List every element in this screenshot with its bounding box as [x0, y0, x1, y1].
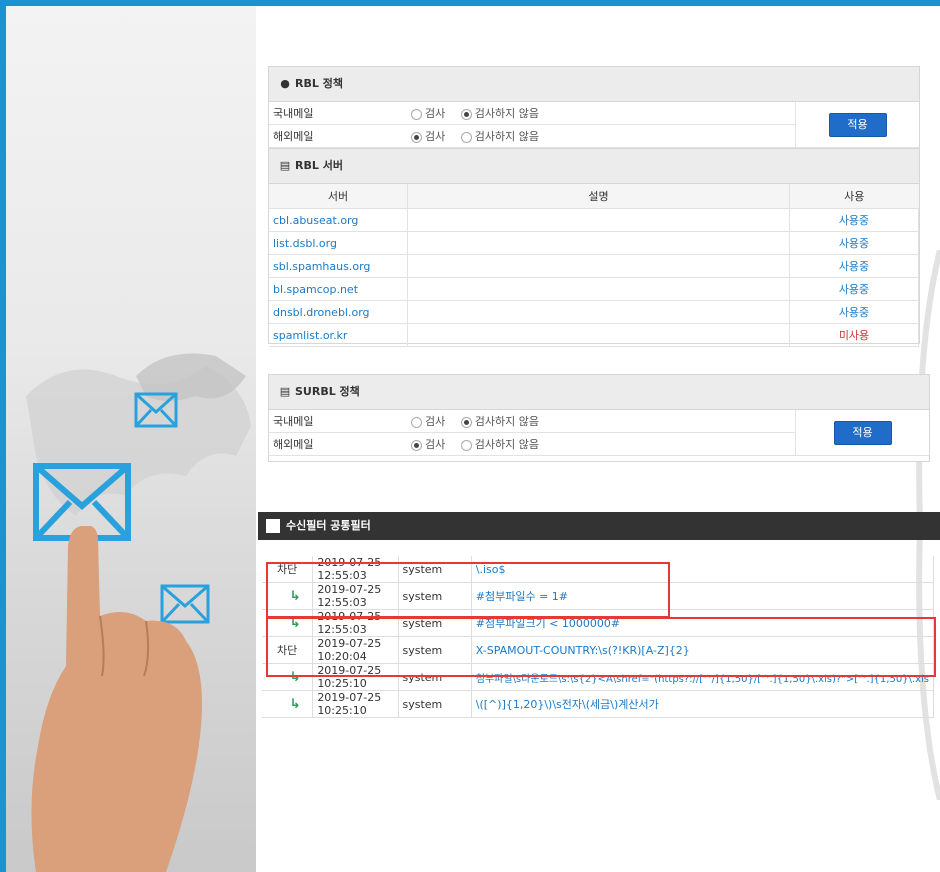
- rbl-panel: ● RBL 정책 국내메일 검사 검사하지 않음 적용 해외메일 검사 검사하지 …: [268, 66, 920, 347]
- radio-icon: [411, 131, 422, 143]
- document-edit-icon: [266, 519, 280, 533]
- filter-action: ↳: [262, 690, 314, 718]
- use-status[interactable]: 사용중: [789, 277, 919, 301]
- radio-icon: [411, 416, 422, 428]
- filter-header: 수신필터 공통필터: [258, 512, 940, 540]
- envelope-icon: [134, 392, 178, 428]
- server-desc: [407, 231, 790, 255]
- policy-label: 국내메일: [269, 410, 407, 433]
- table-row: dnsbl.dronebl.org 사용중: [269, 300, 919, 324]
- filter-title: 수신필터 공통필터: [286, 519, 371, 532]
- table-row: list.dsbl.org 사용중: [269, 231, 919, 255]
- table-row: bl.spamcop.net 사용중: [269, 277, 919, 301]
- server-link[interactable]: bl.spamcop.net: [269, 277, 408, 301]
- use-status[interactable]: 사용중: [789, 254, 919, 278]
- table-row: sbl.spamhaus.org 사용중: [269, 254, 919, 278]
- child-arrow-icon: ↳: [289, 696, 301, 712]
- server-link[interactable]: dnsbl.dronebl.org: [269, 300, 408, 324]
- left-border: [0, 0, 6, 872]
- server-link[interactable]: list.dsbl.org: [269, 231, 408, 255]
- rbl-server-title: RBL 서버: [295, 159, 343, 172]
- radio-no-inspect[interactable]: 검사하지 않음: [460, 415, 539, 428]
- highlight-box: [266, 617, 936, 677]
- radio-inspect[interactable]: 검사: [411, 415, 445, 428]
- decorative-side-image: [6, 6, 256, 872]
- table-row: spamlist.or.kr 미사용: [269, 323, 919, 347]
- pointing-hand-graphic: [31, 526, 202, 872]
- filter-user: system: [398, 690, 472, 718]
- policy-options: 검사 검사하지 않음: [407, 124, 796, 148]
- apply-cell: 적용: [795, 102, 919, 148]
- rbl-policy-header: ● RBL 정책: [269, 67, 919, 102]
- database-icon: ▤: [279, 159, 291, 172]
- table-row: ↳ 2019-07-25 10:25:10 system \([^)]{1,20…: [262, 690, 935, 718]
- policy-row: 국내메일 검사 검사하지 않음 적용: [269, 410, 929, 456]
- highlight-box: [266, 562, 670, 618]
- use-status[interactable]: 사용중: [789, 208, 919, 232]
- policy-options: 검사 검사하지 않음: [407, 432, 796, 456]
- surbl-policy-title: SURBL 정책: [295, 385, 360, 398]
- table-header-row: 서버 설명 사용: [269, 184, 919, 209]
- radio-icon: [460, 131, 472, 143]
- col-desc: 설명: [407, 184, 790, 209]
- apply-button[interactable]: 적용: [828, 112, 887, 137]
- radio-no-inspect[interactable]: 검사하지 않음: [460, 438, 539, 451]
- policy-options: 검사 검사하지 않음: [407, 410, 796, 433]
- server-desc: [407, 277, 790, 301]
- radio-inspect[interactable]: 검사: [411, 130, 445, 143]
- table-row: cbl.abuseat.org 사용중: [269, 208, 919, 232]
- policy-row: 국내메일 검사 검사하지 않음 적용: [269, 102, 919, 148]
- apply-cell: 적용: [795, 410, 929, 456]
- use-status[interactable]: 미사용: [789, 323, 919, 347]
- surbl-policy-header: ▤ SURBL 정책: [269, 375, 929, 410]
- radio-icon: [411, 108, 422, 120]
- col-server: 서버: [269, 184, 408, 209]
- globe-icon: ●: [280, 77, 290, 90]
- document-icon: ▤: [279, 385, 291, 398]
- filter-date: 2019-07-25 10:25:10: [312, 690, 399, 718]
- server-link[interactable]: cbl.abuseat.org: [269, 208, 408, 232]
- rbl-server-table: 서버 설명 사용 cbl.abuseat.org 사용중 list.dsbl.or…: [269, 184, 919, 347]
- radio-icon: [460, 416, 472, 428]
- radio-no-inspect[interactable]: 검사하지 않음: [460, 107, 539, 120]
- rbl-policy-table: 국내메일 검사 검사하지 않음 적용 해외메일 검사 검사하지 않음: [269, 102, 919, 148]
- col-use: 사용: [789, 184, 919, 209]
- server-desc: [407, 208, 790, 232]
- policy-label: 국내메일: [269, 102, 407, 125]
- radio-inspect[interactable]: 검사: [411, 107, 445, 120]
- radio-icon: [460, 108, 472, 120]
- rbl-server-header: ▤ RBL 서버: [269, 148, 919, 184]
- policy-options: 검사 검사하지 않음: [407, 102, 796, 125]
- server-desc: [407, 323, 790, 347]
- rbl-policy-title: RBL 정책: [295, 77, 343, 90]
- use-status[interactable]: 사용중: [789, 300, 919, 324]
- filter-pattern[interactable]: \([^)]{1,20}\)\s전자\(세금\)계산서가: [471, 690, 935, 718]
- server-desc: [407, 254, 790, 278]
- apply-button[interactable]: 적용: [833, 420, 892, 445]
- server-desc: [407, 300, 790, 324]
- radio-icon: [460, 439, 472, 451]
- radio-no-inspect[interactable]: 검사하지 않음: [460, 130, 539, 143]
- policy-label: 해외메일: [269, 124, 407, 148]
- server-link[interactable]: sbl.spamhaus.org: [269, 254, 408, 278]
- surbl-policy-table: 국내메일 검사 검사하지 않음 적용 해외메일 검사 검사하지 않음: [269, 410, 929, 456]
- policy-label: 해외메일: [269, 432, 407, 456]
- radio-icon: [411, 439, 422, 451]
- radio-inspect[interactable]: 검사: [411, 438, 445, 451]
- use-status[interactable]: 사용중: [789, 231, 919, 255]
- server-link[interactable]: spamlist.or.kr: [269, 323, 408, 347]
- surbl-panel: ▤ SURBL 정책 국내메일 검사 검사하지 않음 적용 해외메일 검사 검사하…: [268, 374, 930, 462]
